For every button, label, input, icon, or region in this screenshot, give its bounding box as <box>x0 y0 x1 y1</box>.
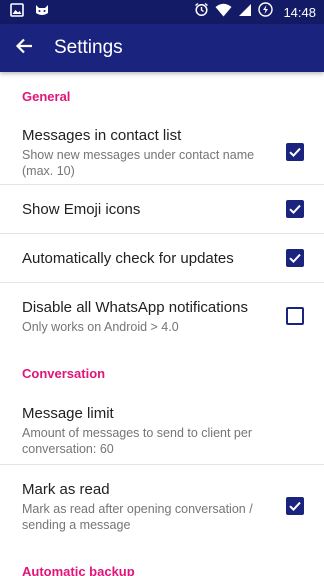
pref-title: Disable all WhatsApp notifications <box>22 298 248 316</box>
pref-title: Automatically check for updates <box>22 249 234 267</box>
checkmark-icon <box>289 147 301 158</box>
section-header-general: General <box>22 88 71 104</box>
status-bar: 14:48 <box>0 0 324 24</box>
pref-summary: Amount of messages to send to client per… <box>22 426 252 456</box>
arrow-back-icon <box>15 37 33 60</box>
app-bar: Settings <box>0 24 324 72</box>
disable-whatsapp-notifications-checkbox[interactable] <box>286 307 304 325</box>
pref-message-limit[interactable]: Message limit Amount of messages to send… <box>0 397 324 465</box>
pref-disable-whatsapp-notifications[interactable]: Disable all WhatsApp notifications Only … <box>0 283 324 349</box>
pref-summary: Show new messages under contact name (ma… <box>22 147 255 178</box>
pref-summary: Mark as read after opening conversation … <box>22 501 253 532</box>
checkmark-icon <box>289 253 301 264</box>
image-icon <box>10 2 24 22</box>
section-header-conversation: Conversation <box>22 365 106 381</box>
checkmark-icon <box>289 501 301 512</box>
status-left <box>10 2 50 22</box>
settings-list: General Messages in contact list Show ne… <box>0 72 324 576</box>
messages-in-contact-list-checkbox[interactable] <box>286 143 304 161</box>
mark-as-read-checkbox[interactable] <box>286 497 304 515</box>
status-right: 14:48 <box>194 2 316 22</box>
pref-show-emoji-icons[interactable]: Show Emoji icons <box>0 185 324 234</box>
show-emoji-icons-checkbox[interactable] <box>286 200 304 218</box>
battery-icon <box>258 2 274 22</box>
signal-icon <box>238 3 252 22</box>
page-title: Settings <box>54 37 123 58</box>
clock: 14:48 <box>283 4 316 20</box>
pref-title: Show Emoji icons <box>22 200 141 218</box>
checkmark-icon <box>289 204 301 215</box>
cat-icon <box>34 3 50 22</box>
pref-title: Mark as read <box>22 480 110 498</box>
pref-title: Message limit <box>22 405 114 422</box>
alarm-icon <box>194 2 209 22</box>
pref-messages-in-contact-list[interactable]: Messages in contact list Show new messag… <box>0 120 324 185</box>
pref-summary: Only works on Android > 4.0 <box>22 319 179 334</box>
back-button[interactable] <box>0 24 48 72</box>
pref-title: Messages in contact list <box>22 126 182 144</box>
wifi-icon <box>215 3 232 22</box>
auto-check-updates-checkbox[interactable] <box>286 249 304 267</box>
section-header-automatic-backup: Automatic backup <box>22 563 135 576</box>
pref-mark-as-read[interactable]: Mark as read Mark as read after opening … <box>0 465 324 547</box>
pref-auto-check-updates[interactable]: Automatically check for updates <box>0 234 324 283</box>
